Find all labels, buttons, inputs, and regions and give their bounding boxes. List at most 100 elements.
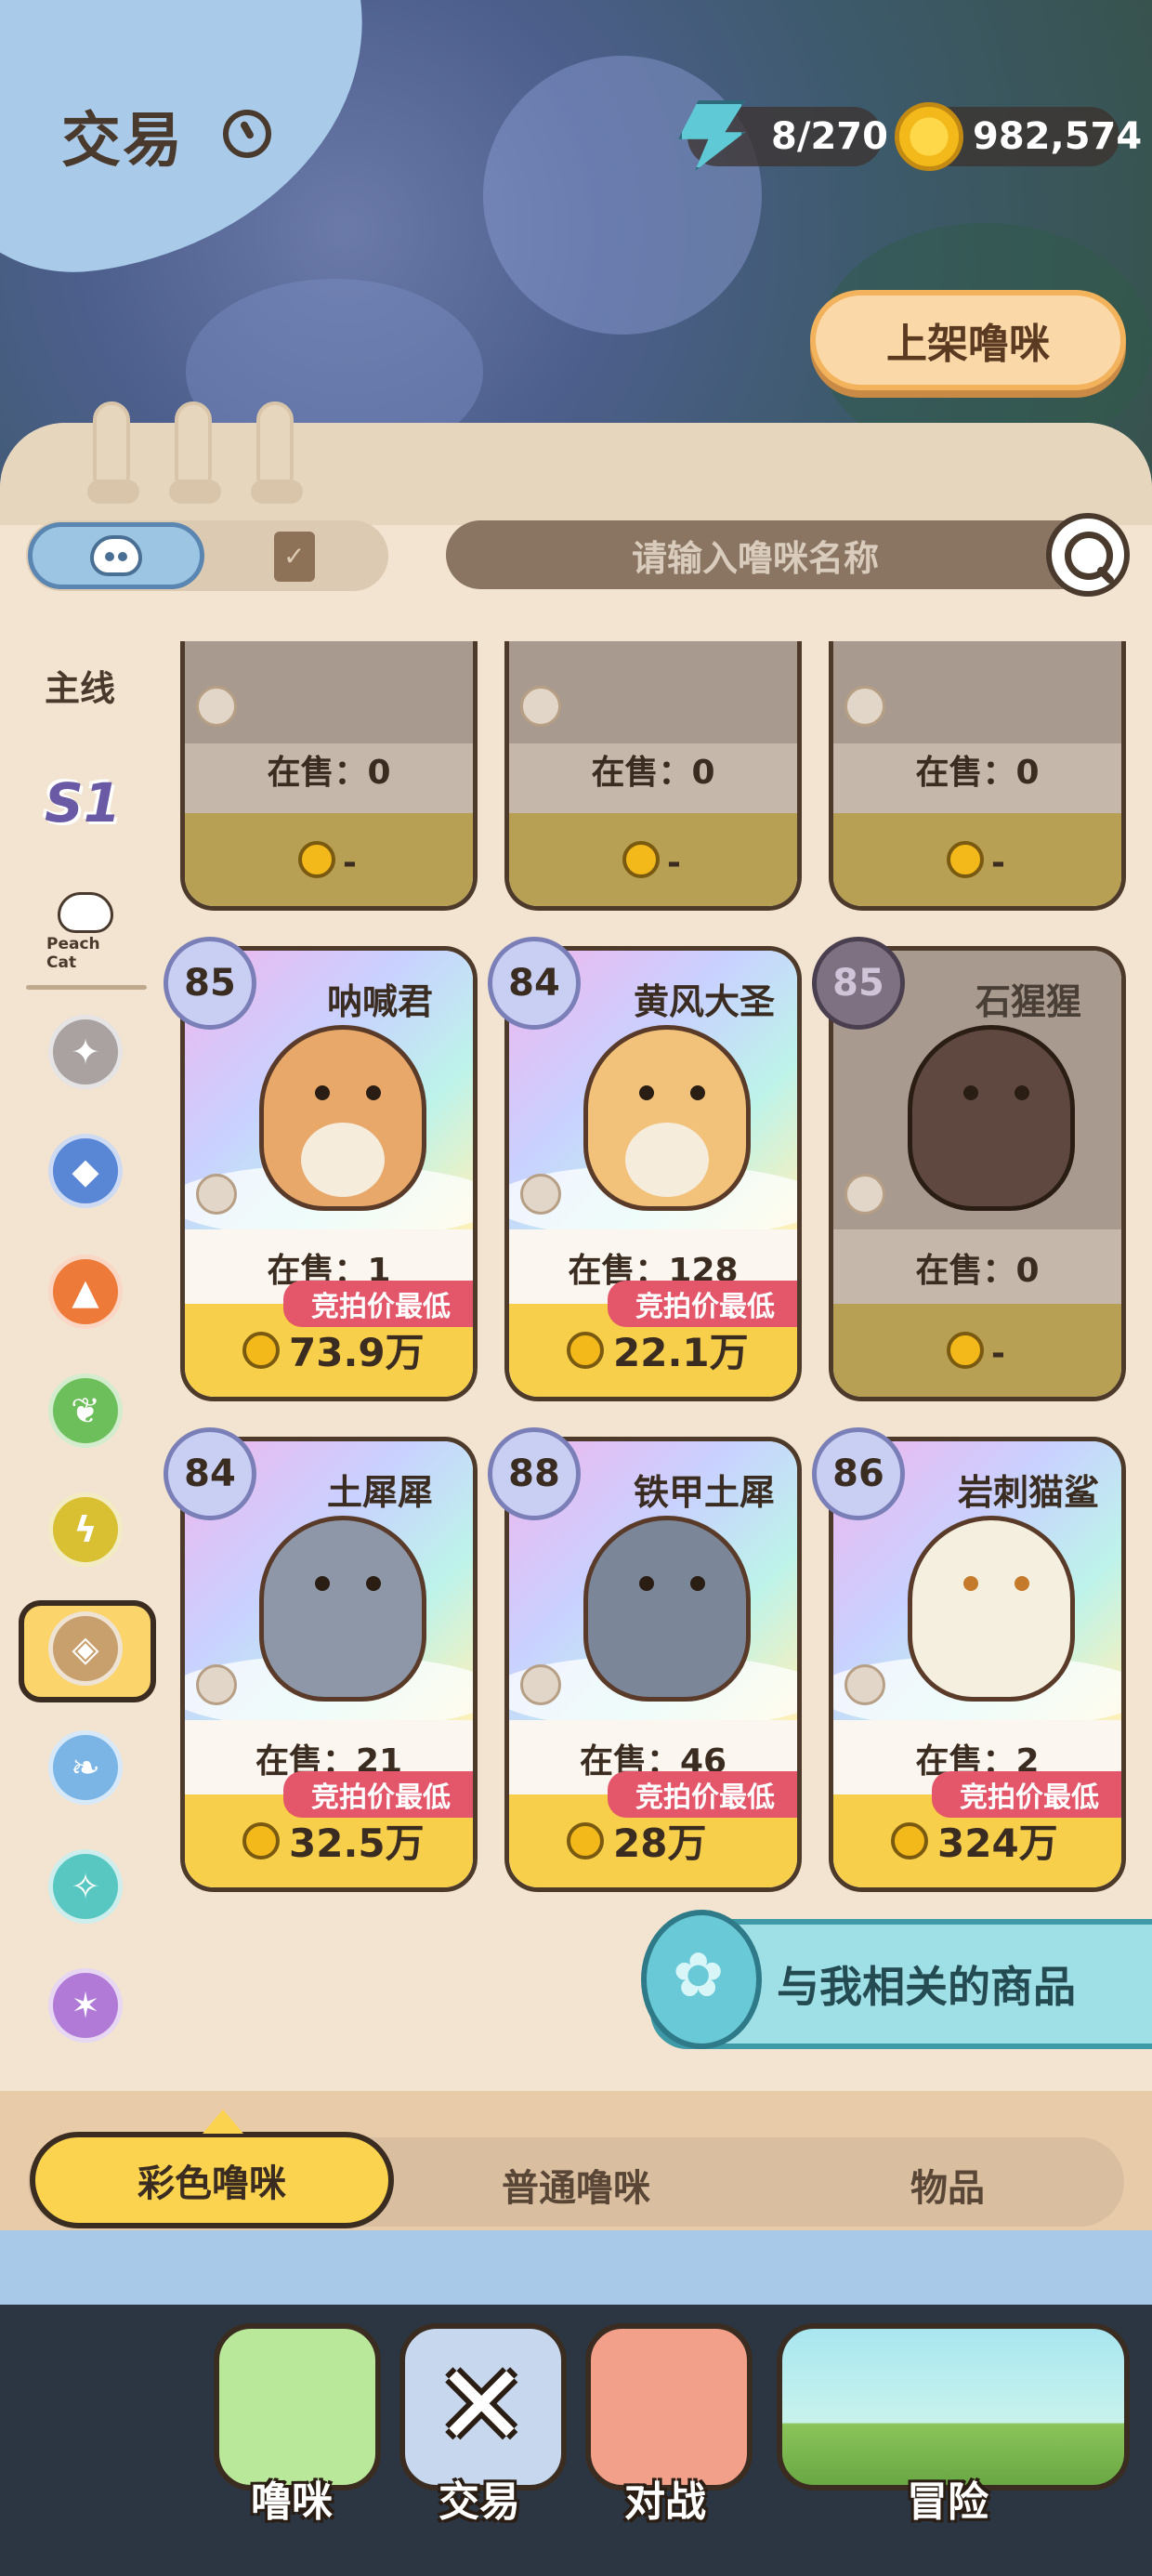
card-price: 73.9万 [289,1330,425,1375]
creature-portrait [908,1516,1075,1702]
card-name: 石猩猩 [975,981,1081,1022]
element-filter-electric[interactable]: ϟ [48,1492,123,1567]
lowest-bid-tag: 竞拍价最低 [608,1281,797,1327]
level-badge: 88 [488,1427,581,1520]
peachcat-logo-icon [58,892,113,933]
coin-icon [242,1822,280,1860]
element-filter-wind[interactable]: ❧ [48,1730,123,1805]
creature-eye [315,1576,330,1591]
sidebar-item-season[interactable]: S1 [45,771,121,835]
card-name: 铁甲土犀 [633,1472,775,1513]
creature-eye [963,1085,978,1100]
lowest-bid-tag: 竞拍价最低 [608,1771,797,1818]
card-price: - [343,844,357,882]
level-badge: 85 [812,937,905,1030]
lowest-bid-tag: 竞拍价最低 [283,1281,473,1327]
card-name: 黄风大圣 [633,981,775,1022]
tab-normal-creatures[interactable]: 普通噜咪 [502,2158,650,2212]
card-name: 土犀犀 [326,1472,433,1513]
nav-battle-label: 对战 [624,2478,706,2526]
element-mark-icon [520,686,561,727]
close-x-icon: ✕ [435,2342,529,2471]
panel-top-strip [0,423,1152,525]
coin-icon [242,1332,280,1369]
element-filter-mystic[interactable]: ✶ [48,1968,123,2043]
element-filter-water[interactable]: ◆ [48,1134,123,1208]
tab-creatures[interactable] [28,522,204,589]
clock-icon[interactable] [223,110,271,158]
card-price: 28万 [613,1820,707,1866]
nav-adventure-button[interactable] [777,2323,1130,2491]
element-mark-icon [520,1664,561,1705]
search-icon[interactable] [1046,513,1130,597]
coin-icon [298,841,335,878]
binder-ring [169,401,221,504]
page-title: 交易 [61,107,184,176]
element-mark-icon [844,1174,885,1215]
element-mark-icon [196,1174,237,1215]
element-mark-icon [844,686,885,727]
coin-icon [891,1822,928,1860]
sidebar-item-peachcat[interactable]: Peach Cat [46,892,121,972]
creature-eye [690,1085,705,1100]
creature-eye [1015,1576,1029,1591]
element-filter-neutral[interactable]: ✦ [48,1015,123,1089]
nav-backdrop [0,2230,1152,2305]
lowest-bid-tag: 竞拍价最低 [283,1771,473,1818]
creature-eye [366,1576,381,1591]
element-mark-icon [196,1664,237,1705]
creature-portrait [259,1516,426,1702]
creature-eye [315,1085,330,1100]
coin-icon [622,841,660,878]
creature-card[interactable]: 在售：0 - [180,641,478,911]
element-filter-ice[interactable]: ✧ [48,1849,123,1924]
nav-creatures-button[interactable] [214,2323,381,2491]
card-price: - [667,844,681,882]
search-placeholder: 请输入噜咪名称 [632,537,880,579]
card-price: - [991,844,1005,882]
creature-eye [1015,1085,1029,1100]
binder-ring [251,401,303,504]
coin-value: 982,574 [973,115,1143,158]
creature-portrait [259,1025,426,1211]
search-input[interactable]: 请输入噜咪名称 [446,520,1096,589]
creature-card[interactable]: 在售：0 - [829,641,1126,911]
card-price: - [991,1334,1005,1373]
level-badge: 84 [488,937,581,1030]
element-mark-icon [520,1174,561,1215]
creature-belly [625,1123,709,1197]
element-filter-grass[interactable]: ❦ [48,1373,123,1448]
tab-orders[interactable] [274,532,315,582]
tab-items[interactable]: 物品 [910,2158,985,2212]
card-name: 呐喊君 [326,981,433,1022]
coin-icon [567,1822,604,1860]
nav-adventure-label: 冒险 [907,2478,988,2526]
background-foliage [483,56,762,335]
creature-card[interactable]: 在售：0 - [504,641,802,911]
element-mark-icon [196,686,237,727]
coin-icon [567,1332,604,1369]
level-badge: 86 [812,1427,905,1520]
lowest-bid-tag: 竞拍价最低 [932,1771,1121,1818]
nav-battle-button[interactable] [585,2323,753,2491]
element-filter-earth[interactable]: ◈ [48,1611,123,1686]
binder-ring [87,401,139,504]
coin-icon [895,102,963,171]
creature-eye [690,1576,705,1591]
element-filter-fire[interactable]: ▲ [48,1255,123,1329]
on-sale-count: 在售：0 [591,754,715,792]
sidebar-item-mainline[interactable]: 主线 [45,660,115,711]
list-creature-button[interactable]: 上架噜咪 [810,290,1126,390]
element-mark-icon [844,1664,885,1705]
creature-eye [639,1576,654,1591]
creature-portrait [583,1516,751,1702]
tab-colored-creatures[interactable]: 彩色噜咪 [30,2109,394,2228]
creature-portrait [908,1025,1075,1211]
creature-belly [301,1123,385,1197]
level-badge: 84 [164,1427,256,1520]
nav-creatures-label: 噜咪 [251,2478,333,2526]
coin-icon [947,1332,984,1369]
creature-eye [963,1576,978,1591]
nav-trade-label: 交易 [439,2478,520,2526]
creature-portrait [583,1025,751,1211]
